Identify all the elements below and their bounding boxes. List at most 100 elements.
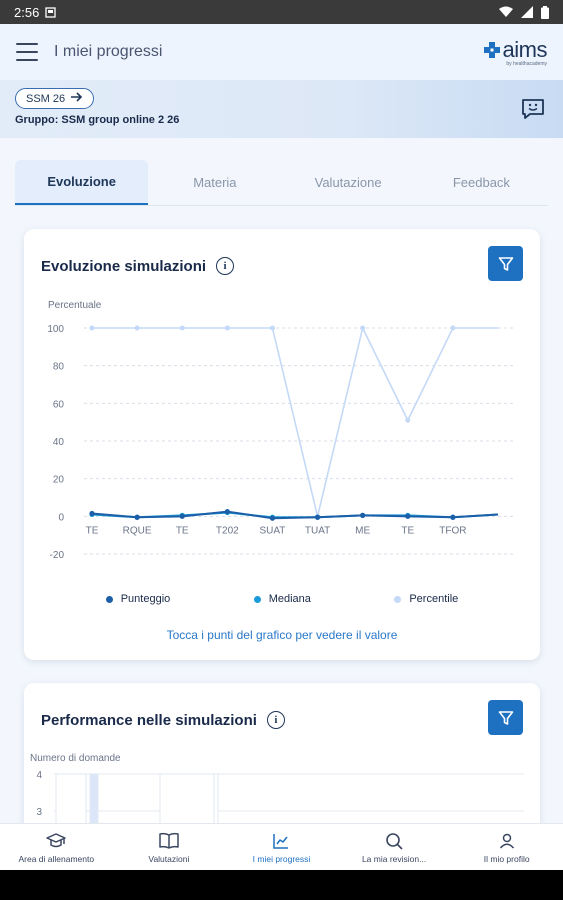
logo-mark-icon (483, 42, 500, 58)
user-icon (499, 833, 514, 849)
data-point-percentile[interactable] (450, 325, 456, 331)
tab-valutazione[interactable]: Valutazione (282, 160, 415, 205)
series-line-percentile (92, 325, 498, 517)
legend-dot (394, 595, 402, 603)
data-point-percentile[interactable] (224, 325, 230, 331)
chart-hint: Tocca i punti del grafico per vedere il … (166, 628, 398, 642)
tab-bar: Evoluzione Materia Valutazione Feedback (15, 160, 548, 206)
system-gesture-bar (0, 870, 563, 900)
data-point-percentile[interactable] (179, 325, 185, 331)
legend-item-punteggio[interactable]: Punteggio (105, 593, 171, 605)
info-icon[interactable]: i (216, 257, 235, 275)
page-title: I miei progressi (54, 43, 163, 60)
evolution-line-chart[interactable]: Percentuale 100 80 60 40 20 0 -20 TE RQUE TE T202 SU… (24, 289, 540, 579)
x-tick-label: TE (86, 525, 99, 536)
nav-label: La mia revision... (361, 853, 427, 864)
app-logo: aims by healthacademy (483, 37, 548, 67)
menu-button[interactable] (16, 43, 38, 61)
book-icon (159, 832, 179, 849)
nav-mia-revisione[interactable]: La mia revision... (338, 824, 451, 870)
evolution-card-header: Evoluzione simulazioni i (41, 257, 235, 275)
data-point-punteggio[interactable] (360, 512, 366, 518)
group-banner: SSM 26 Gruppo: SSM group online 2 26 (0, 80, 563, 138)
status-bar: 2:56 (0, 0, 563, 24)
ssm-chip-label: SSM 26 (26, 92, 66, 105)
performance-card-header: Performance nelle simulazioni i (41, 711, 285, 729)
legend-item-percentile[interactable]: Percentile (394, 593, 458, 605)
signal-icon (521, 6, 533, 18)
x-tick-label: TE (401, 525, 414, 536)
y-axis-title: Percentuale (48, 300, 102, 311)
logo-subtext: by healthacademy (506, 61, 547, 67)
data-point-percentile[interactable] (89, 325, 95, 331)
y-tick-label: 0 (58, 512, 64, 523)
legend-item-mediana[interactable]: Mediana (253, 593, 311, 605)
y-tick-label: 4 (36, 770, 42, 781)
tab-evoluzione[interactable]: Evoluzione (15, 160, 149, 205)
data-point-punteggio[interactable] (405, 513, 411, 519)
nav-label: Valutazioni (148, 853, 190, 864)
search-icon (386, 832, 403, 850)
y-axis-title: Numero di domande (30, 753, 121, 764)
data-point-punteggio[interactable] (224, 509, 230, 515)
evolution-card-title: Evoluzione simulazioni (41, 257, 207, 275)
arrow-right-icon (71, 92, 83, 105)
group-text: Gruppo: SSM group online 2 26 (15, 114, 180, 126)
x-tick-label: T202 (216, 525, 239, 536)
y-tick-label: 80 (53, 362, 65, 373)
filter-button[interactable] (488, 700, 523, 735)
data-point-percentile[interactable] (405, 417, 411, 423)
y-tick-label: -20 (50, 550, 65, 561)
chart-icon (273, 833, 289, 849)
performance-card-title: Performance nelle simulazioni (41, 711, 257, 729)
data-point-percentile[interactable] (360, 325, 366, 331)
bottom-navigation: Area di allenamento Valutazioni I miei p… (0, 823, 563, 870)
battery-icon (541, 5, 549, 19)
wifi-icon (499, 6, 513, 18)
status-time: 2:56 (14, 4, 40, 20)
y-tick-label: 100 (47, 324, 64, 335)
data-point-punteggio[interactable] (450, 514, 456, 520)
notification-icon (45, 6, 56, 18)
legend-label: Percentile (409, 593, 459, 605)
filter-button[interactable] (488, 246, 523, 281)
data-point-punteggio[interactable] (89, 510, 95, 517)
nav-label: I miei progressi (252, 853, 311, 864)
y-tick-label: 40 (53, 437, 65, 448)
nav-mio-profilo[interactable]: Il mio profilo (450, 824, 563, 870)
data-point-percentile[interactable] (134, 325, 140, 331)
app-bar: I miei progressi aims by healthacademy (0, 24, 563, 80)
chat-support-button[interactable] (521, 98, 545, 120)
evolution-card: Evoluzione simulazioni i Percentuale 100 8… (24, 229, 540, 660)
nav-valutazioni[interactable]: Valutazioni (113, 824, 226, 870)
data-point-punteggio[interactable] (134, 514, 140, 520)
data-point-punteggio[interactable] (314, 514, 321, 520)
y-tick-label: 60 (53, 399, 65, 410)
series-line-punteggio (91, 510, 499, 520)
data-point-percentile[interactable] (269, 325, 275, 331)
nav-label: Area di allenamento (18, 853, 95, 864)
legend-dot (253, 595, 261, 603)
legend-label: Mediana (268, 593, 311, 605)
x-tick-label: ME (355, 525, 370, 536)
legend-dot (105, 595, 113, 603)
nav-label: Il mio profilo (483, 853, 530, 864)
x-tick-label: TUAT (305, 525, 330, 536)
ssm-chip[interactable]: SSM 26 (15, 88, 95, 109)
x-tick-label: TFOR (439, 525, 466, 536)
data-point-punteggio[interactable] (179, 513, 185, 519)
tab-feedback[interactable]: Feedback (415, 160, 548, 205)
legend-label: Punteggio (120, 593, 171, 605)
logo-text: aims (502, 37, 548, 62)
graduation-cap-icon (46, 832, 67, 847)
x-tick-label: TE (176, 525, 189, 536)
nav-area-allenamento[interactable]: Area di allenamento (0, 824, 113, 870)
x-tick-label: SUAT (259, 525, 285, 536)
info-icon[interactable]: i (266, 711, 285, 729)
nav-miei-progressi[interactable]: I miei progressi (225, 824, 338, 870)
filter-icon (498, 256, 513, 271)
data-point-punteggio[interactable] (269, 515, 276, 521)
filter-icon (498, 710, 513, 725)
chat-smile-icon (522, 99, 544, 119)
tab-materia[interactable]: Materia (148, 160, 281, 205)
